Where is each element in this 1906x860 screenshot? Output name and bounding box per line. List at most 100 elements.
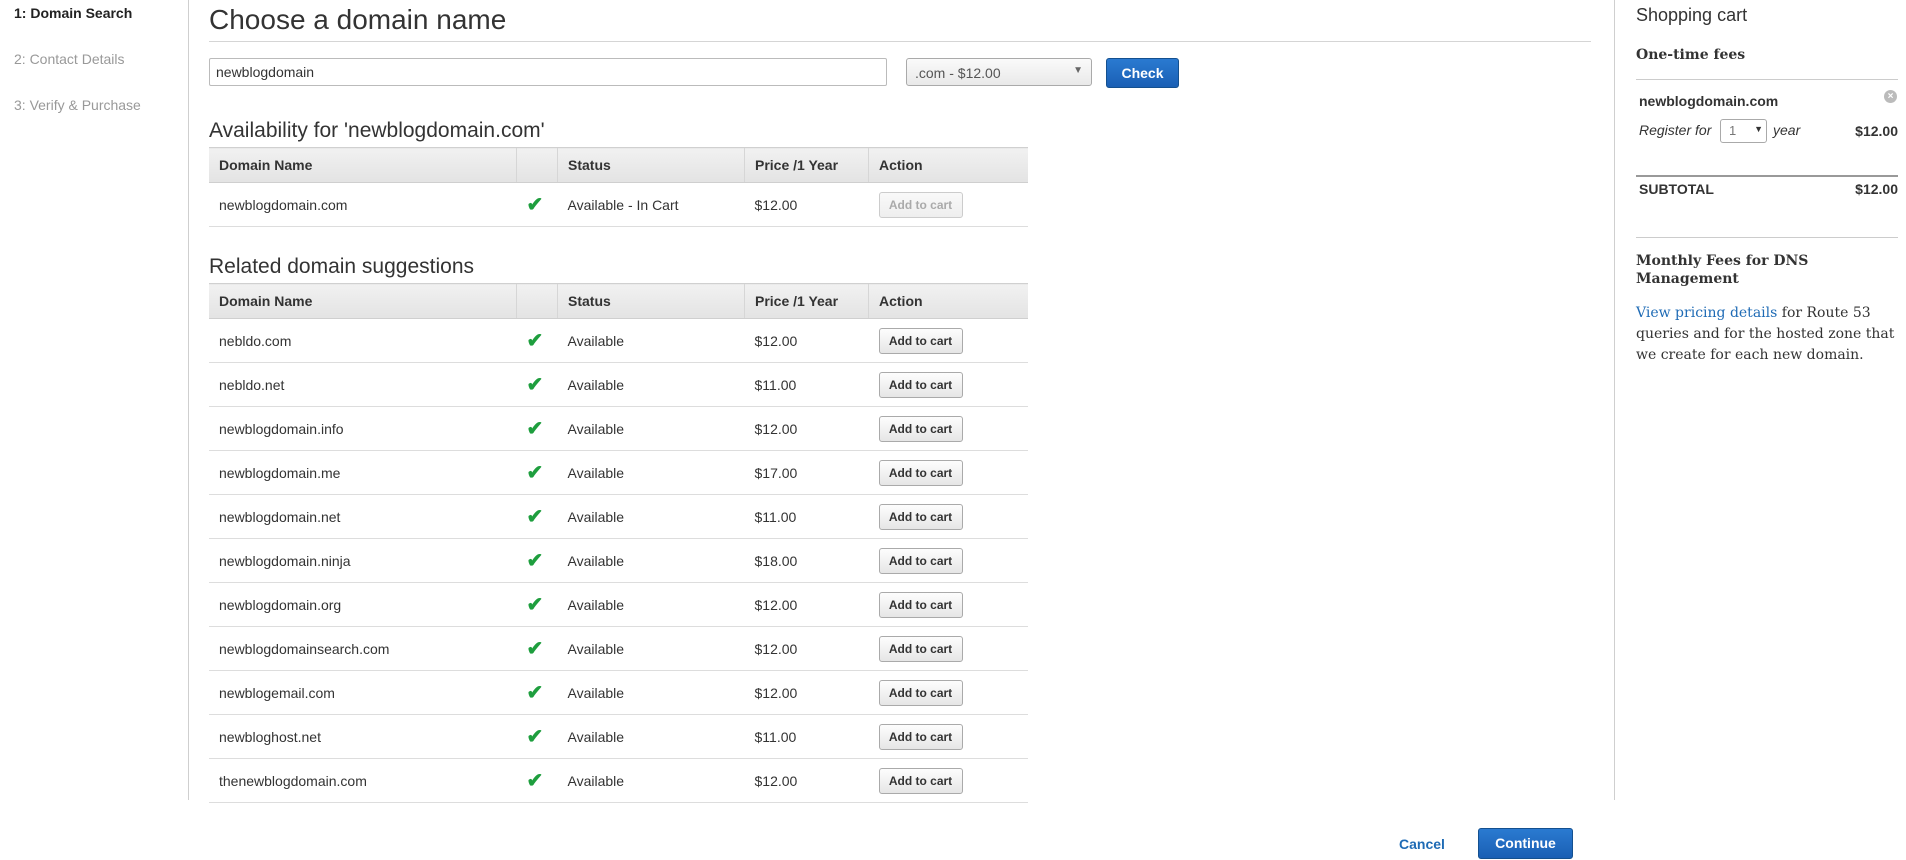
domain-status: Available	[557, 670, 745, 715]
monthly-fees-text: View pricing details for Route 53 querie…	[1636, 303, 1898, 366]
domain-name: nebldo.net	[209, 362, 517, 407]
table-row: thenewblogdomain.com ✔ Available $12.00 Add …	[209, 758, 1028, 803]
add-to-cart-button: Add to cart	[878, 191, 963, 218]
domain-name: newbloghost.net	[209, 714, 517, 759]
title-divider	[209, 41, 1591, 42]
shopping-cart-panel: Shopping cart One-time fees newblogdomai…	[1614, 0, 1906, 800]
domain-search-input[interactable]	[209, 58, 887, 86]
checkmark-icon: ✔	[526, 330, 544, 352]
step-contact-details[interactable]: 2: Contact Details	[14, 51, 125, 67]
col-header-price: Price /1 Year	[744, 147, 869, 183]
checkmark-icon: ✔	[526, 682, 544, 704]
step-verify-purchase[interactable]: 3: Verify & Purchase	[14, 97, 141, 113]
cart-item-price: $12.00	[1855, 123, 1898, 139]
col-header-icon	[516, 147, 558, 183]
domain-price: $11.00	[744, 714, 869, 759]
domain-status: Available	[557, 494, 745, 539]
domain-price: $11.00	[744, 494, 869, 539]
tld-select[interactable]: .com - $12.00 ▼	[906, 58, 1092, 86]
checkmark-icon: ✔	[526, 506, 544, 528]
domain-status: Available	[557, 626, 745, 671]
years-select-value: 1	[1729, 123, 1737, 138]
checkmark-icon: ✔	[526, 550, 544, 572]
domain-status: Available	[557, 362, 745, 407]
suggestions-title: Related domain suggestions	[209, 255, 475, 278]
tld-select-value: .com - $12.00	[915, 65, 1001, 81]
step-domain-search[interactable]: 1: Domain Search	[14, 5, 132, 21]
col-header-icon	[516, 283, 558, 319]
table-row: newblogdomain.com ✔ Available - In Cart …	[209, 182, 1028, 227]
subtotal-label: SUBTOTAL	[1639, 181, 1714, 197]
add-to-cart-button[interactable]: Add to cart	[878, 503, 963, 530]
checkmark-icon: ✔	[526, 418, 544, 440]
col-header-action: Action	[868, 283, 1028, 319]
table-row: newblogdomainsearch.com ✔ Available $12.00 A…	[209, 626, 1028, 671]
add-to-cart-button[interactable]: Add to cart	[878, 459, 963, 486]
domain-price: $12.00	[744, 318, 869, 363]
domain-status: Available	[557, 406, 745, 451]
chevron-down-icon: ▼	[1754, 124, 1763, 134]
domain-name: newblogdomain.org	[209, 582, 517, 627]
domain-status: Available	[557, 450, 745, 495]
domain-price: $12.00	[744, 626, 869, 671]
domain-name: newblogdomain.com	[209, 182, 517, 227]
checkmark-icon: ✔	[526, 194, 544, 216]
domain-price: $12.00	[744, 182, 869, 227]
add-to-cart-button[interactable]: Add to cart	[878, 327, 963, 354]
checkmark-icon: ✔	[526, 374, 544, 396]
register-for-label: Register for	[1639, 122, 1712, 138]
year-label: year	[1773, 122, 1801, 138]
one-time-fees-heading: One-time fees	[1636, 47, 1746, 63]
cart-title: Shopping cart	[1636, 5, 1748, 25]
domain-status: Available	[557, 758, 745, 803]
domain-price: $18.00	[744, 538, 869, 583]
domain-price: $11.00	[744, 362, 869, 407]
add-to-cart-button[interactable]: Add to cart	[878, 371, 963, 398]
col-header-domain-name: Domain Name	[209, 283, 517, 319]
table-row: newblogemail.com ✔ Available $12.00 Add to c…	[209, 670, 1028, 715]
monthly-fees-heading: Monthly Fees for DNS Management	[1636, 253, 1809, 287]
domain-price: $17.00	[744, 450, 869, 495]
col-header-status: Status	[557, 147, 745, 183]
table-row: newblogdomain.ninja ✔ Available $18.00 Add t…	[209, 538, 1028, 583]
checkmark-icon: ✔	[526, 726, 544, 748]
availability-table: Domain Name Status Price /1 Year Action …	[209, 147, 1028, 227]
domain-name: newblogdomainsearch.com	[209, 626, 517, 671]
close-circle-icon[interactable]: ×	[1884, 90, 1897, 103]
view-pricing-link[interactable]: View pricing details	[1636, 305, 1777, 321]
add-to-cart-button[interactable]: Add to cart	[878, 679, 963, 706]
years-select[interactable]: 1 ▼	[1720, 119, 1767, 143]
subtotal-value: $12.00	[1855, 181, 1898, 197]
domain-status: Available - In Cart	[557, 182, 745, 227]
subtotal-divider	[1636, 175, 1898, 177]
checkmark-icon: ✔	[526, 594, 544, 616]
add-to-cart-button[interactable]: Add to cart	[878, 591, 963, 618]
continue-button[interactable]: Continue	[1478, 828, 1573, 859]
domain-price: $12.00	[744, 670, 869, 715]
page-title: Choose a domain name	[209, 4, 507, 35]
col-header-action: Action	[868, 147, 1028, 183]
add-to-cart-button[interactable]: Add to cart	[878, 547, 963, 574]
add-to-cart-button[interactable]: Add to cart	[878, 723, 963, 750]
domain-name: thenewblogdomain.com	[209, 758, 517, 803]
domain-status: Available	[557, 582, 745, 627]
domain-price: $12.00	[744, 406, 869, 451]
domain-name: newblogdomain.me	[209, 450, 517, 495]
suggestions-table: Domain Name Status Price /1 Year Action …	[209, 283, 1028, 803]
cart-item-name: newblogdomain.com	[1639, 93, 1779, 109]
table-row: nebldo.com ✔ Available $12.00 Add to cart	[209, 318, 1028, 363]
cancel-button[interactable]: Cancel	[1399, 836, 1445, 852]
cart-divider	[1636, 79, 1898, 80]
add-to-cart-button[interactable]: Add to cart	[878, 415, 963, 442]
domain-price: $12.00	[744, 582, 869, 627]
table-row: newblogdomain.org ✔ Available $12.00 Add to …	[209, 582, 1028, 627]
domain-name: newblogdomain.ninja	[209, 538, 517, 583]
table-row: nebldo.net ✔ Available $11.00 Add to cart	[209, 362, 1028, 407]
add-to-cart-button[interactable]: Add to cart	[878, 767, 963, 794]
check-button[interactable]: Check	[1106, 58, 1179, 88]
table-row: newbloghost.net ✔ Available $11.00 Add to ca…	[209, 714, 1028, 759]
domain-name: newblogdomain.net	[209, 494, 517, 539]
add-to-cart-button[interactable]: Add to cart	[878, 635, 963, 662]
domain-name: nebldo.com	[209, 318, 517, 363]
domain-status: Available	[557, 318, 745, 363]
